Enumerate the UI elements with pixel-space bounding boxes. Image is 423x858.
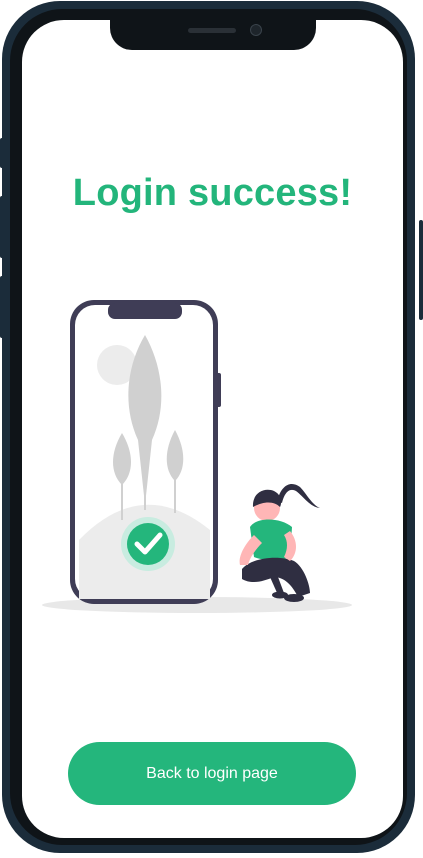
power-button — [419, 220, 423, 320]
illustrated-phone — [70, 300, 221, 604]
volume-up-button — [0, 196, 4, 258]
front-camera — [250, 24, 262, 36]
volume-down-button — [0, 276, 4, 338]
page-title: Login success! — [72, 172, 353, 214]
login-success-illustration — [42, 300, 352, 613]
silent-switch — [0, 138, 4, 168]
notch — [110, 20, 316, 50]
speaker-grille — [188, 28, 236, 33]
back-to-login-button[interactable]: Back to login page — [68, 742, 356, 805]
app-screen: Login success! Back to login page — [22, 20, 403, 838]
crouching-person — [239, 483, 320, 602]
